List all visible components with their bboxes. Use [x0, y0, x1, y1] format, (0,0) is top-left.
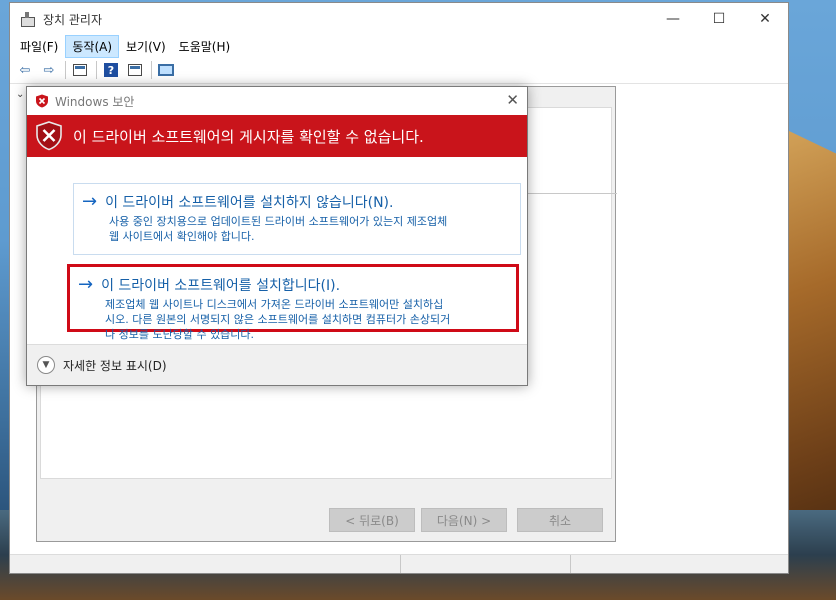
wizard-divider — [527, 193, 617, 194]
arrow-right-icon: → — [78, 274, 94, 295]
cancel-button[interactable]: 취소 — [517, 508, 603, 532]
view-icon[interactable] — [124, 60, 146, 80]
details-toggle[interactable]: ▼ 자세한 정보 표시(D) — [27, 344, 527, 385]
close-icon[interactable]: ✕ — [506, 91, 519, 109]
device-manager-icon — [19, 11, 35, 27]
next-button[interactable]: 다음(N) > — [421, 508, 507, 532]
dont-install-title: 이 드라이버 소프트웨어를 설치하지 않습니다(N). — [105, 195, 394, 211]
scan-hardware-icon[interactable] — [155, 60, 177, 80]
maximize-button[interactable]: ☐ — [696, 3, 742, 35]
menu-action[interactable]: 동작(A) — [65, 34, 120, 58]
properties-icon[interactable] — [69, 60, 91, 80]
dont-install-option[interactable]: → 이 드라이버 소프트웨어를 설치하지 않습니다(N). 사용 중인 장치용으… — [73, 183, 521, 255]
banner-text: 이 드라이버 소프트웨어의 게시자를 확인할 수 없습니다. — [73, 127, 424, 146]
warning-banner: 이 드라이버 소프트웨어의 게시자를 확인할 수 없습니다. — [27, 115, 527, 157]
install-desc-line3: 나 정보를 도난당할 수 있습니다. — [105, 328, 255, 341]
chevron-down-icon: ▼ — [37, 356, 55, 374]
status-divider — [400, 555, 401, 573]
shield-error-icon — [36, 121, 62, 151]
security-dialog-title: Windows 보안 — [55, 94, 135, 109]
security-titlebar[interactable]: Windows 보안 ✕ — [27, 87, 527, 115]
toolbar-separator — [65, 61, 66, 79]
back-arrow-icon[interactable]: ⇦ — [14, 60, 36, 80]
menu-file[interactable]: 파일(F) — [14, 36, 64, 57]
device-manager-titlebar[interactable]: 장치 관리자 — ☐ ✕ — [10, 3, 788, 35]
install-title: 이 드라이버 소프트웨어를 설치합니다(I). — [101, 278, 341, 294]
dont-install-desc-line1: 사용 중인 장치용으로 업데이트된 드라이버 소프트웨어가 있는지 제조업체 — [109, 215, 448, 228]
back-button[interactable]: < 뒤로(B) — [329, 508, 415, 532]
dont-install-desc-line2: 웹 사이트에서 확인해야 합니다. — [109, 230, 255, 243]
details-label: 자세한 정보 표시(D) — [63, 358, 167, 373]
window-title: 장치 관리자 — [43, 12, 103, 27]
install-desc-line1: 제조업체 웹 사이트나 디스크에서 가져온 드라이버 소프트웨어만 설치하십 — [105, 298, 444, 311]
status-bar — [10, 554, 788, 573]
windows-security-dialog: Windows 보안 ✕ 이 드라이버 소프트웨어의 게시자를 확인할 수 없습… — [26, 86, 528, 386]
toolbar: ⇦ ⇨ ? — [10, 57, 788, 84]
shield-icon — [36, 94, 48, 108]
arrow-right-icon: → — [82, 191, 98, 212]
install-desc-line2: 시오. 다른 원본의 서명되지 않은 소프트웨어를 설치하면 컴퓨터가 손상되거 — [105, 313, 451, 326]
toolbar-separator — [151, 61, 152, 79]
help-icon[interactable]: ? — [100, 60, 122, 80]
minimize-button[interactable]: — — [650, 3, 696, 35]
menu-view[interactable]: 보기(V) — [120, 36, 172, 57]
menubar: 파일(F) 동작(A) 보기(V) 도움말(H) — [10, 34, 788, 58]
status-divider — [570, 555, 571, 573]
close-button[interactable]: ✕ — [742, 3, 788, 35]
forward-arrow-icon[interactable]: ⇨ — [38, 60, 60, 80]
toolbar-separator — [96, 61, 97, 79]
install-option[interactable]: → 이 드라이버 소프트웨어를 설치합니다(I). 제조업체 웹 사이트나 디스… — [67, 264, 519, 341]
chevron-down-icon[interactable]: ⌄ — [16, 89, 24, 100]
menu-help[interactable]: 도움말(H) — [173, 36, 237, 57]
